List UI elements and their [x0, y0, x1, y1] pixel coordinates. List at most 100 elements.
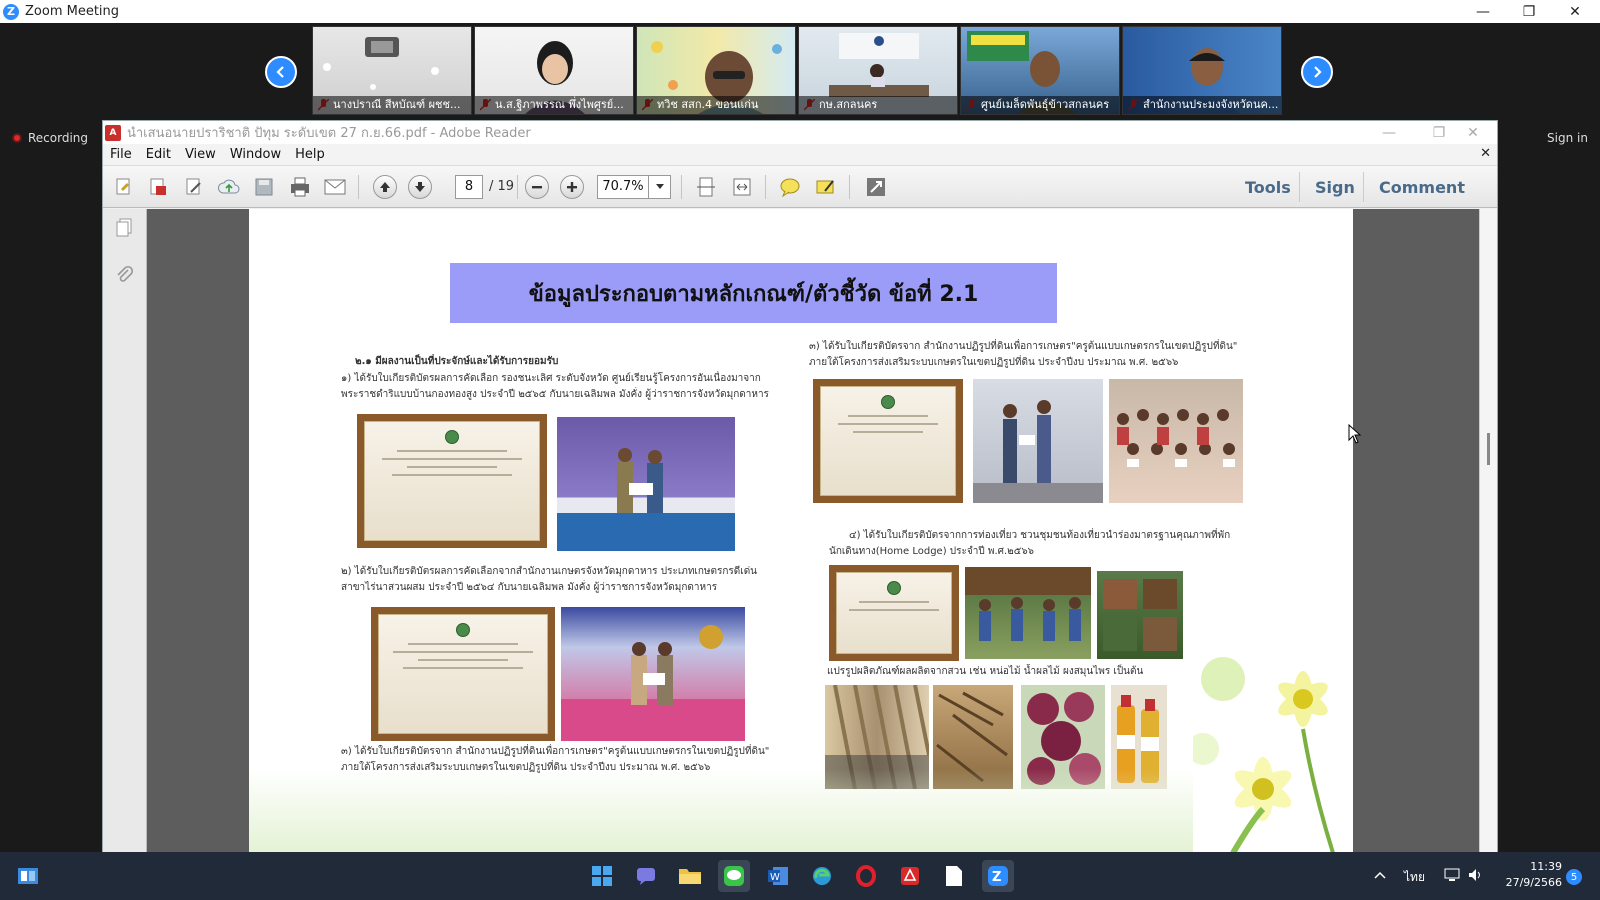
toolbar-separator [358, 175, 359, 199]
create-icon[interactable] [111, 174, 137, 200]
right-item-text: ภายใต้โครงการส่งเสริมระบบเกษตรในเขตปฏิรู… [809, 357, 1179, 368]
zoom-in-button[interactable] [560, 175, 584, 199]
group-photo [1109, 379, 1243, 503]
task-view-button[interactable] [12, 860, 44, 892]
vertical-scrollbar[interactable] [1479, 209, 1497, 853]
participant-gallery: นางปราณี สีหบัณฑ์ ผชช... น.ส.ฐิภาพรรณ พึ… [0, 23, 1600, 118]
item2-text: ๒) ได้รับใบเกียรติบัตรผลการคัดเลือกจากสำ… [341, 566, 758, 577]
zoom-level-input[interactable]: 70.7% [597, 175, 649, 199]
section-title: ๒.๑ มีผลงานเป็นที่ประจักษ์และได้รับการยอ… [355, 356, 559, 367]
clock-date: 27/9/2566 [1505, 876, 1562, 889]
chevron-right-icon [1314, 66, 1322, 78]
tools-pane-button[interactable]: Tools [1245, 178, 1291, 197]
certificate-photo [813, 379, 963, 503]
notification-badge[interactable]: 5 [1566, 869, 1582, 885]
recording-indicator[interactable]: Recording [12, 131, 88, 145]
toolbar-separator [681, 175, 682, 199]
sign-pane-button[interactable]: Sign [1315, 178, 1355, 197]
comment-pane-button[interactable]: Comment [1379, 178, 1465, 197]
gallery-prev-button[interactable] [265, 56, 297, 88]
participant-tile[interactable]: ทวิช สสก.4 ขอนแก่น [636, 26, 796, 115]
pdf-file-icon: A [105, 124, 121, 141]
windows-taskbar: W Z ไทย 11:39 27/9/2566 5 [0, 852, 1600, 900]
network-icon[interactable] [1444, 868, 1460, 885]
input-language[interactable]: ไทย [1404, 868, 1425, 887]
adobe-close-button[interactable]: ✕ [1453, 121, 1493, 144]
right-item-text: แปรรูปผลิตภัณฑ์ผลผลิตจากสวน เช่น หน่อไม้… [827, 666, 1144, 677]
certificate-photo [357, 414, 547, 548]
maximize-button[interactable]: ❐ [1506, 0, 1552, 23]
comment-icon[interactable] [777, 174, 803, 200]
toolbar-separator [765, 175, 766, 199]
previous-page-button[interactable] [373, 175, 397, 199]
document-workspace: ข้อมูลประกอบตามหลักเกณฑ์/ตัวชี้วัด ข้อที… [103, 209, 1497, 853]
item2-text: สาขาไร่นาสวนผสม ประจำปี ๒๕๖๔ กับนายเฉลิม… [341, 582, 718, 593]
full-screen-icon[interactable] [863, 174, 889, 200]
award-handover-photo [973, 379, 1103, 503]
page-thumbnails-icon[interactable] [113, 217, 135, 239]
line-icon [724, 866, 744, 886]
participant-name: ทวิช สสก.4 ขอนแก่น [637, 96, 795, 114]
next-page-button[interactable] [408, 175, 432, 199]
file-explorer-button[interactable] [674, 860, 706, 892]
participant-tile[interactable]: ศูนย์เมล็ดพันธุ์ข้าวสกลนคร [960, 26, 1120, 115]
participant-tile[interactable]: นางปราณี สีหบัณฑ์ ผชช... [312, 26, 472, 115]
menu-window[interactable]: Window [223, 147, 288, 162]
sign-in-link[interactable]: Sign in [1547, 131, 1588, 145]
chevron-left-icon [276, 66, 284, 78]
cloud-upload-icon[interactable] [216, 174, 242, 200]
participant-name: นางปราณี สีหบัณฑ์ ผชช... [313, 96, 471, 114]
participant-tile[interactable]: กษ.สกลนคร [798, 26, 958, 115]
acrobat-button[interactable] [894, 860, 926, 892]
clock-time: 11:39 [1530, 860, 1562, 873]
toolbar: 8 / 19 70.7% Tools Sign Comment [103, 166, 1497, 208]
teams-chat-button[interactable] [630, 860, 662, 892]
minimize-button[interactable]: — [1460, 0, 1506, 23]
show-hidden-icons-button[interactable] [1374, 868, 1386, 882]
pdf-export-icon[interactable] [145, 174, 171, 200]
homestay-group-photo [965, 567, 1091, 659]
gallery-next-button[interactable] [1301, 56, 1333, 88]
attachments-icon[interactable] [113, 263, 135, 285]
notepad-button[interactable] [938, 860, 970, 892]
close-document-button[interactable]: ✕ [1480, 146, 1491, 161]
participant-name: สำนักงานประมงจังหวัดนค... [1123, 96, 1281, 114]
print-icon[interactable] [287, 174, 313, 200]
highlight-icon[interactable] [813, 174, 839, 200]
participant-name: ศูนย์เมล็ดพันธุ์ข้าวสกลนคร [961, 96, 1119, 114]
zoom-app-button[interactable]: Z [982, 860, 1014, 892]
award-ceremony-photo [561, 607, 745, 741]
fit-page-icon[interactable] [693, 174, 719, 200]
zoom-titlebar: Z Zoom Meeting — ❐ ✕ [0, 0, 1600, 23]
menu-help[interactable]: Help [288, 147, 332, 162]
chevron-down-icon [655, 184, 664, 189]
system-clock[interactable]: 11:39 27/9/2566 [1498, 859, 1562, 891]
toolbar-divider [1363, 172, 1364, 202]
zoom-out-button[interactable] [525, 175, 549, 199]
page-number-input[interactable]: 8 [455, 175, 483, 199]
menu-file[interactable]: File [103, 147, 139, 162]
email-icon[interactable] [322, 174, 348, 200]
fit-width-icon[interactable] [729, 174, 755, 200]
volume-icon[interactable] [1468, 868, 1484, 885]
edge-button[interactable] [806, 860, 838, 892]
line-app-button[interactable] [718, 860, 750, 892]
participant-tile[interactable]: สำนักงานประมงจังหวัดนค... [1122, 26, 1282, 115]
start-button[interactable] [586, 860, 618, 892]
zoom-dropdown-button[interactable] [649, 175, 671, 199]
menu-view[interactable]: View [178, 147, 223, 162]
scrollbar-thumb[interactable] [1487, 433, 1490, 465]
homestay-collage-photo [1097, 571, 1183, 659]
award-ceremony-photo [557, 417, 735, 551]
menu-edit[interactable]: Edit [139, 147, 178, 162]
edit-icon[interactable] [181, 174, 207, 200]
save-icon[interactable] [251, 174, 277, 200]
opera-button[interactable] [850, 860, 882, 892]
menu-bar: File Edit View Window Help ✕ [103, 144, 1497, 166]
page-total: / 19 [489, 179, 515, 194]
adobe-minimize-button[interactable]: — [1369, 121, 1409, 144]
participant-tile[interactable]: น.ส.ฐิภาพรรณ พึ่งไพศูรย์... [474, 26, 634, 115]
word-button[interactable]: W [762, 860, 794, 892]
item1-text: พระราชดำริแบบบ้านกองทองสูง ประจำปี ๒๕๖๕ … [341, 389, 769, 400]
close-button[interactable]: ✕ [1552, 0, 1598, 23]
